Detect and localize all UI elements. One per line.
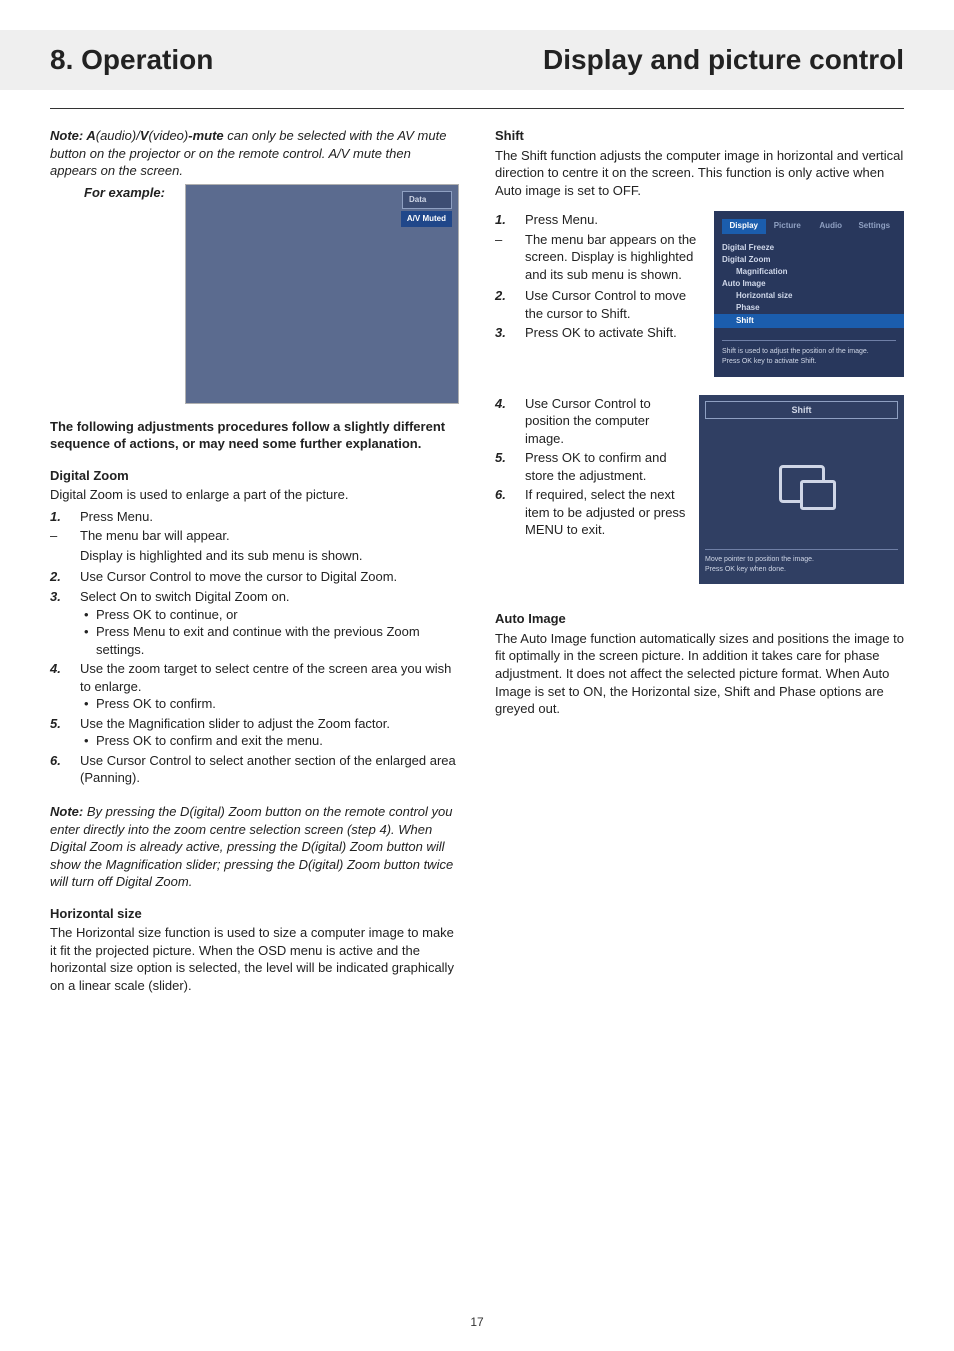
dz-steps-2: Use Cursor Control to move the cursor to… <box>50 568 459 787</box>
note-audio: (audio)/ <box>96 128 140 143</box>
shift-step-2-text: Use Cursor Control to move the cursor to… <box>525 288 686 321</box>
example-label: For example: <box>84 184 165 202</box>
shift-steps-1-3: Press Menu. The menu bar appears on the … <box>495 207 704 344</box>
dz-step-3a: Press OK to continue, or <box>80 606 459 624</box>
shift-steps-4-6: Use Cursor Control to position the compu… <box>495 391 689 541</box>
dz-step-1b: Display is highlighted and its sub menu … <box>50 547 459 565</box>
note-av-mute: Note: A(audio)/V(video)-mute can only be… <box>50 127 459 180</box>
shift-panel-screenshot: Shift Move pointer to position the image… <box>699 395 904 585</box>
osd-help-2: Press OK key to activate Shift. <box>722 357 896 367</box>
note-mute: -mute <box>188 128 223 143</box>
note-a: A <box>86 128 95 143</box>
dz-steps: Press Menu. <box>50 508 459 526</box>
note2-body: By pressing the D(igital) Zoom button on… <box>50 804 453 889</box>
dz-step-4a: Press OK to confirm. <box>80 695 459 713</box>
dz-step-2-text: Use Cursor Control to move the cursor to… <box>80 569 397 584</box>
note-label: Note: <box>50 128 86 143</box>
dz-step-4-text: Use the zoom target to select centre of … <box>80 661 451 694</box>
page-header: 8. Operation Display and picture control <box>0 30 954 90</box>
note-dzoom: Note: By pressing the D(igital) Zoom but… <box>50 803 459 891</box>
shift-step-4: Use Cursor Control to position the compu… <box>495 395 689 448</box>
osd-tab-settings: Settings <box>853 219 897 234</box>
osd-help-1: Shift is used to adjust the position of … <box>722 347 896 357</box>
osd-item-mag: Magnification <box>722 266 896 278</box>
auto-image-body: The Auto Image function automatically si… <box>495 630 904 718</box>
top-rule <box>50 108 904 109</box>
osd-tab-display: Display <box>722 219 766 234</box>
note-video: (video) <box>149 128 189 143</box>
dz-step-4: Use the zoom target to select centre of … <box>50 660 459 713</box>
left-column: Note: A(audio)/V(video)-mute can only be… <box>50 127 459 995</box>
osd-item-hsize: Horizontal size <box>722 290 896 302</box>
osd-tabs: Display Picture Audio Settings <box>714 211 904 240</box>
osd-menu-screenshot: Display Picture Audio Settings Digital F… <box>714 211 904 376</box>
osd-tab-audio: Audio <box>809 219 853 234</box>
dz-step-1: Press Menu. <box>50 508 459 526</box>
osd-body: Digital Freeze Digital Zoom Magnificatio… <box>714 240 904 336</box>
page-number: 17 <box>0 1315 954 1329</box>
osd-item-shift: Shift <box>714 314 904 328</box>
shift-steps-c: Use Cursor Control to position the compu… <box>495 395 689 539</box>
heading-digital-zoom: Digital Zoom <box>50 467 459 485</box>
example-row: For example: Data A/V Muted <box>50 184 459 404</box>
transition-paragraph: The following adjustments procedures fol… <box>50 418 459 453</box>
shift-steps-b: Use Cursor Control to move the cursor to… <box>495 287 704 342</box>
shift-steps: Press Menu. <box>495 211 704 229</box>
dz-step-6: Use Cursor Control to select another sec… <box>50 752 459 787</box>
dz-step-1a-text: The menu bar will appear. <box>80 528 230 543</box>
shift-step-6-text: If required, select the next item to be … <box>525 487 685 537</box>
shift-panel-help-2: Press OK key when done. <box>705 565 898 575</box>
av-mute-screenshot: Data A/V Muted <box>185 184 459 404</box>
osd-item-freeze: Digital Freeze <box>722 242 896 254</box>
osd-item-zoom: Digital Zoom <box>722 254 896 266</box>
heading-horizontal-size: Horizontal size <box>50 905 459 923</box>
shift-step-5-text: Press OK to confirm and store the adjust… <box>525 450 667 483</box>
shift-step-1: Press Menu. <box>495 211 704 229</box>
dz-step-5-text: Use the Magnification slider to adjust t… <box>80 716 390 731</box>
dz-intro: Digital Zoom is used to enlarge a part o… <box>50 486 459 504</box>
page: 8. Operation Display and picture control… <box>0 0 954 1351</box>
shift-step-1a: The menu bar appears on the screen. Disp… <box>495 231 704 284</box>
shift-step-2: Use Cursor Control to move the cursor to… <box>495 287 704 322</box>
dz-step-1a: The menu bar will appear. <box>50 527 459 545</box>
two-column-body: Note: A(audio)/V(video)-mute can only be… <box>50 127 904 995</box>
shift-step-1-text: Press Menu. <box>525 212 598 227</box>
dz-step-3-text: Select On to switch Digital Zoom on. <box>80 589 290 604</box>
shift-panel-help-1: Move pointer to position the image. <box>705 555 898 565</box>
dz-step-3b: Press Menu to exit and continue with the… <box>80 623 459 658</box>
heading-auto-image: Auto Image <box>495 610 904 628</box>
header-left: 8. Operation <box>50 44 213 76</box>
shift-rectangles-icon <box>779 465 825 503</box>
dz-step-6-text: Use Cursor Control to select another sec… <box>80 753 456 786</box>
chip-data: Data <box>402 191 452 210</box>
dz-step-3: Select On to switch Digital Zoom on. Pre… <box>50 588 459 658</box>
shift-intro: The Shift function adjusts the computer … <box>495 147 904 200</box>
osd-item-phase: Phase <box>722 302 896 314</box>
shift-panel-canvas <box>699 419 904 549</box>
dz-step-5a: Press OK to confirm and exit the menu. <box>80 732 459 750</box>
shift-step-5: Press OK to confirm and store the adjust… <box>495 449 689 484</box>
shift-step-3: Press OK to activate Shift. <box>495 324 704 342</box>
chip-avmuted: A/V Muted <box>401 211 452 228</box>
right-column: Shift The Shift function adjusts the com… <box>495 127 904 995</box>
shift-panel-help: Move pointer to position the image. Pres… <box>705 549 898 585</box>
shift-panel-title-wrap: Shift <box>699 395 904 419</box>
shift-step-3-text: Press OK to activate Shift. <box>525 325 677 340</box>
dz-step-5: Use the Magnification slider to adjust t… <box>50 715 459 750</box>
shift-steps-and-panel: Use Cursor Control to position the compu… <box>495 391 904 585</box>
header-right: Display and picture control <box>543 44 904 76</box>
osd-help: Shift is used to adjust the position of … <box>722 340 896 367</box>
shift-step-4-text: Use Cursor Control to position the compu… <box>525 396 651 446</box>
heading-shift: Shift <box>495 127 904 145</box>
hs-body: The Horizontal size function is used to … <box>50 924 459 994</box>
dz-step-1-text: Press Menu. <box>80 509 153 524</box>
note2-label: Note: <box>50 804 87 819</box>
osd-tab-picture: Picture <box>766 219 810 234</box>
dz-step-2: Use Cursor Control to move the cursor to… <box>50 568 459 586</box>
note-v: V <box>140 128 149 143</box>
shift-panel-title: Shift <box>705 401 898 419</box>
shift-steps-and-osd: Press Menu. The menu bar appears on the … <box>495 207 904 376</box>
osd-item-auto: Auto Image <box>722 278 896 290</box>
shift-step-6: If required, select the next item to be … <box>495 486 689 539</box>
